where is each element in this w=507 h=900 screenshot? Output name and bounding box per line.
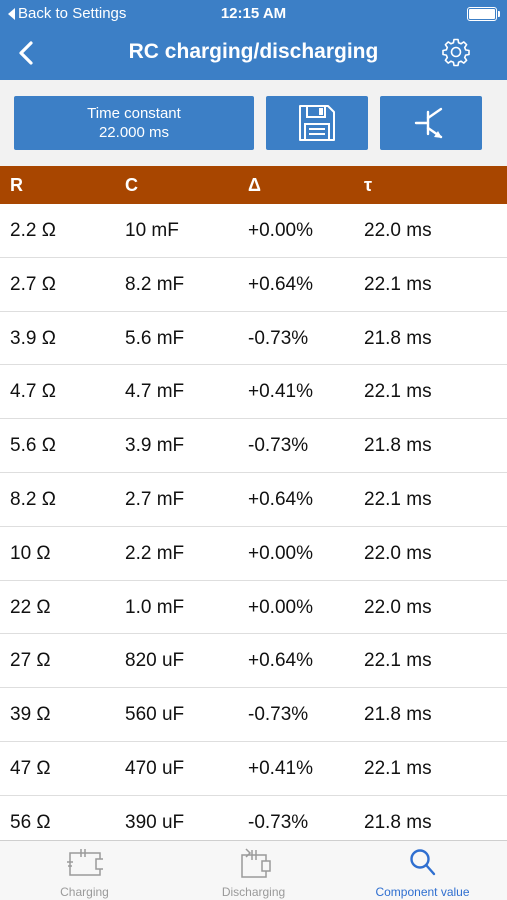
- cell-r: 56 Ω: [10, 811, 51, 833]
- results-table: 2.2 Ω 10 mF +0.00% 22.0 ms 2.7 Ω 8.2 mF …: [0, 204, 507, 850]
- tab-charging-label: Charging: [60, 885, 109, 899]
- cell-delta: +0.00%: [248, 220, 313, 241]
- transistor-button[interactable]: [380, 96, 482, 150]
- cell-tau: 22.0 ms: [364, 542, 432, 564]
- tab-component-value[interactable]: Component value: [338, 841, 507, 900]
- time-constant-label: Time constant: [87, 105, 181, 122]
- cell-c: 390 uF: [125, 811, 185, 833]
- header-tau: τ: [364, 175, 373, 195]
- cell-tau: 21.8 ms: [364, 435, 432, 457]
- cell-tau: 22.1 ms: [364, 381, 432, 403]
- save-button[interactable]: [266, 96, 368, 150]
- cell-r: 4.7 Ω: [10, 381, 56, 403]
- table-row[interactable]: 39 Ω 560 uF -0.73% 21.8 ms: [0, 688, 507, 742]
- cell-r: 2.2 Ω: [10, 220, 56, 241]
- gear-icon[interactable]: [441, 37, 471, 67]
- table-row[interactable]: 5.6 Ω 3.9 mF -0.73% 21.8 ms: [0, 419, 507, 473]
- cell-tau: 21.8 ms: [364, 704, 432, 726]
- cell-r: 27 Ω: [10, 650, 51, 672]
- cell-tau: 21.8 ms: [364, 811, 432, 833]
- cell-r: 2.7 Ω: [10, 273, 56, 295]
- cell-c: 8.2 mF: [125, 273, 185, 295]
- table-header: R C Δ τ: [0, 166, 507, 204]
- cell-r: 5.6 Ω: [10, 435, 56, 457]
- cell-r: 10 Ω: [10, 542, 51, 564]
- table-row[interactable]: 4.7 Ω 4.7 mF +0.41% 22.1 ms: [0, 365, 507, 420]
- cell-r: 47 Ω: [10, 757, 51, 779]
- cell-delta: +0.64%: [248, 273, 313, 295]
- discharging-circuit-icon: [240, 848, 271, 878]
- cell-c: 10 mF: [125, 220, 179, 241]
- cell-c: 560 uF: [125, 704, 185, 726]
- header-c: C: [125, 175, 138, 195]
- table-row[interactable]: 10 Ω 2.2 mF +0.00% 22.0 ms: [0, 527, 507, 581]
- status-bar: Back to Settings 12:15 AM: [0, 0, 507, 28]
- cell-r: 22 Ω: [10, 596, 51, 618]
- table-row[interactable]: 47 Ω 470 uF +0.41% 22.1 ms: [0, 742, 507, 796]
- tab-bar: Charging Discharging Component value: [0, 840, 507, 900]
- cell-c: 4.7 mF: [125, 381, 185, 403]
- charging-circuit-icon: [66, 849, 103, 876]
- cell-delta: +0.00%: [248, 596, 313, 618]
- cell-c: 5.6 mF: [125, 327, 185, 349]
- search-icon: [409, 849, 435, 876]
- cell-delta: -0.73%: [248, 704, 309, 726]
- cell-r: 8.2 Ω: [10, 488, 56, 510]
- top-bar: Back to Settings 12:15 AM RC charging/di…: [0, 0, 507, 80]
- cell-tau: 22.1 ms: [364, 488, 432, 510]
- header-delta: Δ: [248, 175, 261, 195]
- cell-delta: +0.64%: [248, 650, 313, 672]
- transistor-icon: [414, 107, 443, 139]
- cell-c: 1.0 mF: [125, 596, 185, 618]
- time-constant-button[interactable]: Time constant 22.000 ms: [14, 96, 254, 150]
- header-r: R: [10, 175, 23, 195]
- toolbar: Time constant 22.000 ms: [0, 80, 507, 166]
- cell-tau: 21.8 ms: [364, 327, 432, 349]
- cell-tau: 22.1 ms: [364, 273, 432, 295]
- tab-discharging-label: Discharging: [221, 885, 286, 899]
- cell-tau: 22.1 ms: [364, 757, 432, 779]
- cell-c: 2.7 mF: [125, 488, 185, 510]
- tab-discharging[interactable]: Discharging: [169, 841, 338, 900]
- back-chevron-icon[interactable]: [10, 36, 44, 70]
- table-row[interactable]: 2.2 Ω 10 mF +0.00% 22.0 ms: [0, 204, 507, 258]
- cell-delta: -0.73%: [248, 811, 309, 833]
- table-row[interactable]: 22 Ω 1.0 mF +0.00% 22.0 ms: [0, 581, 507, 635]
- cell-delta: -0.73%: [248, 435, 309, 457]
- cell-tau: 22.1 ms: [364, 650, 432, 672]
- cell-tau: 22.0 ms: [364, 220, 432, 241]
- floppy-disk-icon: [299, 105, 335, 141]
- tab-component-value-label: Component value: [375, 885, 470, 899]
- nav-bar: RC charging/discharging: [0, 28, 507, 80]
- time-constant-value: 22.000 ms: [98, 124, 170, 141]
- status-time: 12:15 AM: [220, 5, 287, 22]
- cell-delta: +0.64%: [248, 488, 313, 510]
- tab-charging[interactable]: Charging: [0, 841, 169, 900]
- cell-r: 39 Ω: [10, 704, 51, 726]
- cell-delta: -0.73%: [248, 327, 309, 349]
- cell-delta: +0.41%: [248, 757, 313, 779]
- page-title: RC charging/discharging: [128, 40, 379, 63]
- cell-tau: 22.0 ms: [364, 596, 432, 618]
- cell-delta: +0.00%: [248, 542, 313, 564]
- table-row[interactable]: 27 Ω 820 uF +0.64% 22.1 ms: [0, 634, 507, 689]
- cell-c: 820 uF: [125, 650, 185, 672]
- battery-icon: [467, 7, 500, 21]
- cell-c: 2.2 mF: [125, 542, 185, 564]
- table-row[interactable]: 8.2 Ω 2.7 mF +0.64% 22.1 ms: [0, 473, 507, 527]
- cell-c: 470 uF: [125, 757, 185, 779]
- cell-c: 3.9 mF: [125, 435, 185, 457]
- cell-r: 3.9 Ω: [10, 327, 56, 349]
- cell-delta: +0.41%: [248, 381, 313, 403]
- table-row[interactable]: 2.7 Ω 8.2 mF +0.64% 22.1 ms: [0, 258, 507, 312]
- table-row[interactable]: 3.9 Ω 5.6 mF -0.73% 21.8 ms: [0, 312, 507, 366]
